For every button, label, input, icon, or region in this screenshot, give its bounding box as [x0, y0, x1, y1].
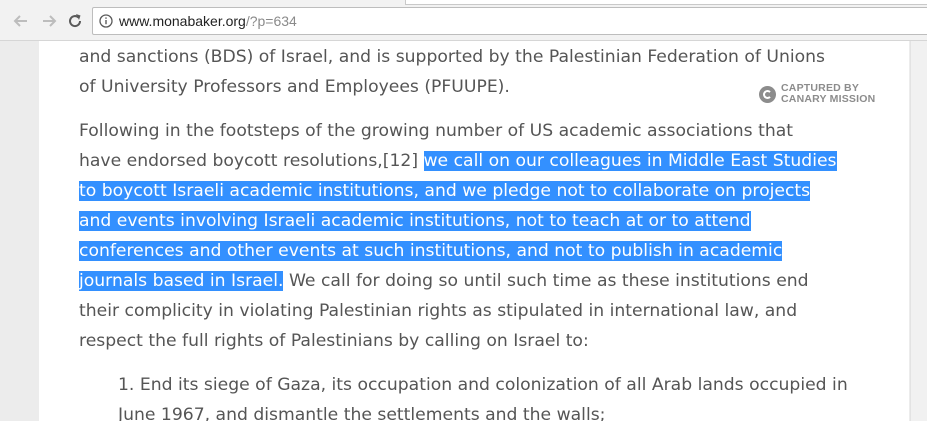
paragraph-boycott-call: Following in the footsteps of the growin…	[79, 116, 849, 356]
back-arrow-icon-glyph	[13, 15, 27, 27]
forward-arrow-icon[interactable]	[38, 10, 60, 32]
list-item-line: 1. End its siege of Gaza, its occupation…	[118, 375, 848, 395]
list-item-line: June 1967, and dismantle the settlements…	[118, 405, 606, 421]
page-viewport: CAPTURED BY CANARY MISSION and sanctions…	[0, 41, 927, 421]
paragraph-line: of University Professors and Employees (…	[79, 77, 510, 97]
text-plain: have endorsed boycott resolutions,[12]	[79, 151, 424, 171]
paragraph-line: and sanctions (BDS) of Israel, and is su…	[79, 47, 825, 67]
article-content: CAPTURED BY CANARY MISSION and sanctions…	[39, 41, 909, 421]
reload-icon-glyph	[69, 14, 82, 28]
paragraph-line: Following in the footsteps of the growin…	[79, 121, 794, 141]
info-circle-icon[interactable]	[99, 14, 113, 28]
paragraph-line: to boycott Israeli academic institutions…	[79, 176, 849, 206]
selected-text[interactable]: to boycott Israeli academic institutions…	[79, 181, 811, 201]
selected-text[interactable]: conferences and other events at such ins…	[79, 241, 783, 261]
text-plain: We call for doing so until such time as …	[283, 271, 809, 291]
url-host: www.monabaker.org	[119, 13, 246, 29]
list-item: 1. End its siege of Gaza, its occupation…	[118, 370, 878, 421]
paragraph-line: their complicity in violating Palestinia…	[79, 301, 798, 321]
url-text[interactable]: www.monabaker.org/?p=634	[119, 13, 297, 29]
selected-text[interactable]: we call on our colleagues in Middle East…	[423, 151, 837, 171]
url-path: /?p=634	[245, 13, 297, 29]
selected-text[interactable]: journals based in Israel.	[79, 271, 284, 291]
browser-toolbar: www.monabaker.org/?p=634	[0, 0, 927, 41]
back-arrow-icon[interactable]	[10, 10, 32, 32]
vertical-scrollbar[interactable]	[910, 41, 927, 421]
paragraph-line: conferences and other events at such ins…	[79, 236, 849, 266]
paragraph-bds: and sanctions (BDS) of Israel, and is su…	[79, 42, 849, 102]
paragraph-line: have endorsed boycott resolutions,[12] w…	[79, 146, 849, 176]
paragraph-line: respect the full rights of Palestinians …	[79, 331, 589, 351]
selected-text[interactable]: and events involving Israeli academic in…	[79, 211, 751, 231]
paragraph-line: and events involving Israeli academic in…	[79, 206, 849, 236]
paragraph-line: journals based in Israel. We call for do…	[79, 266, 849, 296]
forward-arrow-icon-glyph	[43, 15, 57, 27]
tab-strip-edge	[405, 0, 927, 5]
reload-icon[interactable]	[64, 10, 86, 32]
address-bar[interactable]: www.monabaker.org/?p=634	[92, 7, 927, 35]
